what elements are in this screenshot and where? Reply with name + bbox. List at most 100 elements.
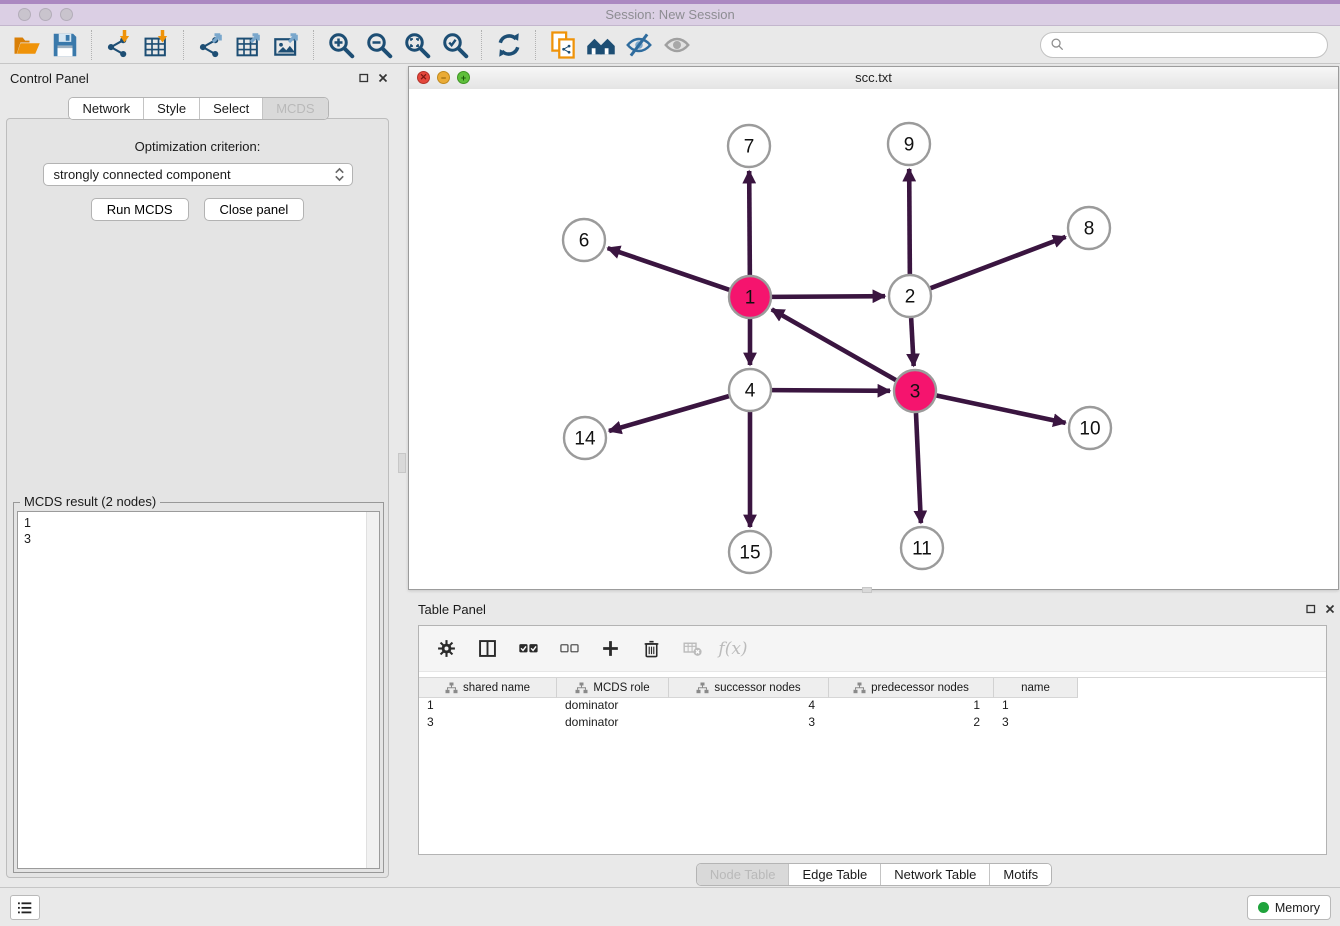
edge-3-11[interactable]	[916, 413, 921, 523]
task-history-button[interactable]	[10, 895, 40, 920]
close-panel-icon[interactable]	[1324, 603, 1336, 615]
apply-layout-button[interactable]	[490, 28, 528, 62]
edge-2-9[interactable]	[909, 169, 910, 274]
node-14[interactable]: 14	[564, 417, 606, 459]
table-cell: dominator	[557, 715, 669, 732]
hide-selected-button[interactable]	[620, 28, 658, 62]
tab-edge-table[interactable]: Edge Table	[789, 864, 881, 885]
splitter-handle[interactable]	[398, 453, 406, 473]
zoom-selected-button[interactable]	[436, 28, 474, 62]
edge-4-14[interactable]	[609, 396, 729, 431]
control-panel-tab-group: NetworkStyleSelectMCDS	[68, 97, 328, 120]
import-network-button[interactable]	[100, 28, 138, 62]
home-button[interactable]	[582, 28, 620, 62]
splitter-handle[interactable]	[862, 587, 872, 593]
show-all-button[interactable]	[658, 28, 696, 62]
float-panel-icon[interactable]	[1305, 603, 1317, 615]
toolbar-separator	[481, 30, 483, 60]
column-header-name[interactable]: name	[994, 678, 1078, 698]
table-cell: 3	[669, 715, 829, 732]
table-panel: Table Panel f(x) shared nameMCDS rolesuc…	[408, 595, 1340, 887]
search-input[interactable]	[1066, 36, 1319, 53]
node-9[interactable]: 9	[888, 123, 930, 165]
delete-row-button[interactable]	[638, 636, 664, 662]
close-panel-icon[interactable]	[377, 72, 389, 84]
node-7[interactable]: 7	[728, 125, 770, 167]
mac-titlebar: Session: New Session	[0, 0, 1340, 26]
column-header-successor-nodes[interactable]: successor nodes	[669, 678, 829, 698]
status-bar: Memory	[0, 887, 1340, 926]
node-3[interactable]: 3	[894, 370, 936, 412]
table-header-row: shared name MCDS role successor nodesprede…	[419, 677, 1326, 698]
zoom-selected-icon	[440, 30, 470, 60]
search-box	[1040, 32, 1328, 58]
hierarchy-icon	[445, 682, 458, 694]
show-all-icon	[662, 30, 692, 60]
table-cell: 3	[994, 715, 1078, 732]
hide-selected-icon	[624, 30, 654, 60]
edge-1-7[interactable]	[749, 171, 750, 275]
export-table-button[interactable]	[230, 28, 268, 62]
edge-1-2[interactable]	[772, 296, 885, 297]
edge-1-6[interactable]	[608, 248, 730, 290]
tab-node-table[interactable]: Node Table	[697, 864, 790, 885]
node-15[interactable]: 15	[729, 531, 771, 573]
edge-4-3[interactable]	[772, 390, 890, 391]
save-session-button[interactable]	[46, 28, 84, 62]
node-4[interactable]: 4	[729, 369, 771, 411]
float-panel-icon[interactable]	[358, 72, 370, 84]
mcds-panel: Optimization criterion: strongly connect…	[6, 118, 389, 878]
export-network-button[interactable]	[192, 28, 230, 62]
zoom-out-button[interactable]	[360, 28, 398, 62]
tab-style[interactable]: Style	[144, 98, 200, 119]
open-session-icon	[12, 30, 42, 60]
clone-network-button[interactable]	[544, 28, 582, 62]
optimization-criterion-select[interactable]: strongly connected component	[43, 163, 353, 186]
select-all-button[interactable]	[515, 636, 541, 662]
control-panel-header: Control Panel	[0, 64, 397, 92]
edge-3-10[interactable]	[937, 396, 1066, 423]
deselect-all-button[interactable]	[556, 636, 582, 662]
zoom-fit-button[interactable]	[398, 28, 436, 62]
column-header-shared-name[interactable]: shared name	[419, 678, 557, 698]
node-8[interactable]: 8	[1068, 207, 1110, 249]
edge-2-8[interactable]	[931, 237, 1066, 288]
memory-button[interactable]: Memory	[1247, 895, 1331, 920]
table-cell: dominator	[557, 698, 669, 715]
run-mcds-button[interactable]: Run MCDS	[91, 198, 189, 221]
open-session-button[interactable]	[8, 28, 46, 62]
edge-3-1[interactable]	[772, 309, 896, 380]
table-row[interactable]: 3dominator323	[419, 715, 1326, 732]
node-label: 9	[904, 135, 915, 156]
node-2[interactable]: 2	[889, 275, 931, 317]
hierarchy-icon	[575, 682, 588, 694]
import-table-button[interactable]	[138, 28, 176, 62]
tab-select[interactable]: Select	[200, 98, 263, 119]
column-header-label: MCDS role	[593, 682, 649, 694]
close-panel-button[interactable]: Close panel	[204, 198, 305, 221]
node-1[interactable]: 1	[729, 276, 771, 318]
optimization-criterion-label: Optimization criterion:	[7, 139, 388, 154]
export-image-button[interactable]	[268, 28, 306, 62]
node-10[interactable]: 10	[1069, 407, 1111, 449]
zoom-in-button[interactable]	[322, 28, 360, 62]
column-header-predecessor-nodes[interactable]: predecessor nodes	[829, 678, 994, 698]
network-canvas[interactable]: 7 9 6 8 1 2 4 3 14 10 15 11	[409, 89, 1338, 589]
node-11[interactable]: 11	[901, 527, 943, 569]
table-row[interactable]: 1dominator411	[419, 698, 1326, 715]
add-row-button[interactable]	[597, 636, 623, 662]
network-window-titlebar[interactable]: ✕ − + scc.txt	[409, 67, 1338, 90]
mcds-result-text[interactable]: 1 3	[17, 511, 380, 869]
tab-network-table[interactable]: Network Table	[881, 864, 990, 885]
edge-2-3[interactable]	[911, 318, 914, 366]
column-header-mcds-role[interactable]: MCDS role	[557, 678, 669, 698]
result-scrollbar[interactable]	[366, 512, 379, 868]
table-panel-header: Table Panel	[408, 595, 1340, 623]
tab-network[interactable]: Network	[69, 98, 144, 119]
save-session-icon	[50, 30, 80, 60]
table-settings-button[interactable]	[433, 636, 459, 662]
toggle-panes-button[interactable]	[474, 636, 500, 662]
tab-motifs[interactable]: Motifs	[990, 864, 1051, 885]
node-6[interactable]: 6	[563, 219, 605, 261]
tab-mcds[interactable]: MCDS	[263, 98, 327, 119]
